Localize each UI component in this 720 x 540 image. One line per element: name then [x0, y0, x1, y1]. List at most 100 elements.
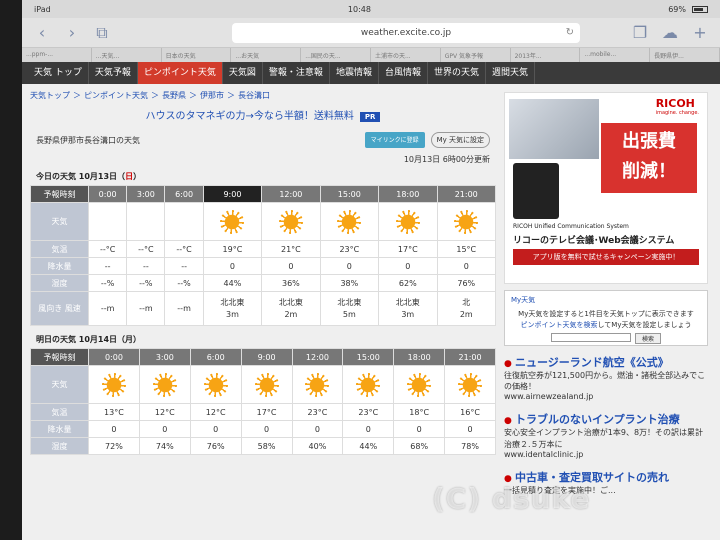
new-tab-icon[interactable]: +: [690, 23, 710, 43]
nav-item[interactable]: ピンポイント天気: [137, 62, 223, 84]
temperature-cell: 17°C: [378, 240, 438, 258]
breadcrumb-sep: ＞: [189, 91, 197, 100]
icloud-icon[interactable]: ☁: [660, 23, 680, 43]
breadcrumb-link[interactable]: 天気トップ: [30, 91, 70, 100]
temperature-cell: 23°C: [319, 240, 380, 258]
browser-tab[interactable]: 長野県伊...: [650, 48, 720, 62]
humidity-cell: 58%: [240, 437, 293, 455]
row-label: 予報時刻: [30, 185, 89, 203]
nav-item[interactable]: 天気予報: [89, 62, 138, 84]
time-header: 15:00: [342, 348, 395, 366]
rain-cell: --: [164, 257, 204, 275]
pinpoint-search-link[interactable]: ピンポイント天気を検索: [521, 321, 598, 329]
my-weather-title: My天気: [511, 296, 536, 304]
rain-cell: 0: [436, 257, 497, 275]
wind-cell: --m: [164, 291, 204, 326]
weather-cell: [342, 365, 395, 404]
clock: 10:48: [347, 4, 371, 14]
ad-body: 往復航空券が121,500円から。燃油・諸税全部込みでこの価格！: [504, 371, 706, 392]
sunny-icon: [354, 371, 382, 399]
time-header: 6:00: [189, 348, 242, 366]
wind-direction: 北北東: [337, 298, 362, 308]
temperature-cell: 18°C: [393, 403, 446, 421]
rain-cell: 0: [189, 420, 242, 438]
humidity-cell: 76%: [189, 437, 242, 455]
nav-item[interactable]: 地震情報: [330, 62, 379, 84]
browser-tab[interactable]: ...国民の天...: [301, 48, 371, 62]
mylink-button[interactable]: マイリンクに登録: [364, 132, 425, 148]
ricoh-logo: RICOH imagine. change.: [655, 97, 699, 116]
nav-item[interactable]: 週間天気: [486, 62, 535, 84]
temperature-cell: --°C: [164, 240, 204, 258]
nav-item[interactable]: 天気図: [223, 62, 263, 84]
my-weather-desc-2: してMy天気を設定しましょう: [597, 320, 692, 329]
meeting-photo: [509, 99, 599, 159]
humidity-cell: 68%: [393, 437, 446, 455]
rain-cell: 0: [202, 257, 263, 275]
my-weather-button[interactable]: My 天気に設定: [430, 132, 490, 148]
humidity-cell: 40%: [291, 437, 344, 455]
humidity-cell: 44%: [342, 437, 395, 455]
temperature-cell: 12°C: [189, 403, 242, 421]
location-title: 長野県伊那市長谷溝口の天気: [36, 135, 140, 145]
address-bar[interactable]: weather.excite.co.jp ↻: [232, 22, 580, 43]
time-header: 12:00: [261, 185, 321, 203]
nav-item[interactable]: 台風情報: [379, 62, 428, 84]
ad-title[interactable]: ニュージーランド航空《公式》: [504, 354, 708, 370]
rain-cell: 0: [261, 257, 321, 275]
sunny-icon: [452, 208, 480, 236]
main-content: 天気トップ＞ピンポイント天気＞長野県＞伊那市＞長谷溝口 ハウスのタマネギの力→今…: [30, 90, 497, 506]
ad-title[interactable]: トラブルのないインプラント治療: [504, 411, 708, 427]
ipad-screen: iPad 10:48 69% ‹ › ⧉ weather.excite.co.j…: [22, 0, 720, 540]
rain-cell: 0: [240, 420, 293, 438]
ricoh-cta[interactable]: アプリ版を無料で試せるキャンペーン実施中！: [513, 249, 699, 265]
breadcrumb-link[interactable]: 伊那市: [200, 91, 224, 100]
breadcrumb-link[interactable]: 長谷溝口: [238, 91, 270, 100]
reload-icon[interactable]: ↻: [566, 27, 574, 38]
text-ad-label[interactable]: ハウスのタマネギの力→今なら半額！送料無料: [146, 111, 354, 122]
my-weather-search-input[interactable]: [550, 333, 631, 342]
browser-tab[interactable]: 日本の天気: [162, 48, 232, 62]
breadcrumb-link[interactable]: ピンポイント天気: [84, 91, 148, 100]
browser-tab[interactable]: GPV 気象予報: [441, 48, 511, 62]
browser-tab[interactable]: ...mobile...: [580, 48, 651, 62]
weather-cell: [138, 365, 191, 404]
browser-tab[interactable]: 2013年...: [511, 48, 581, 62]
weather-cell: [87, 202, 128, 241]
row-label: 降水量: [30, 257, 89, 275]
browser-tab[interactable]: ...ppm-...: [22, 48, 92, 62]
ad-body: 安心安全インプラント治療が1本9、8万！その訳は累計治療２.５万本に: [504, 428, 704, 449]
nav-item[interactable]: 警報・注意報: [263, 62, 330, 84]
text-ad[interactable]: ハウスのタマネギの力→今なら半額！送料無料 PR: [30, 107, 496, 122]
ad-url[interactable]: www.identalclinic.jp: [504, 450, 708, 459]
sponsored-ad[interactable]: トラブルのないインプラント治療安心安全インプラント治療が1本9、8万！その訳は累…: [504, 411, 708, 458]
wind-cell: 北北東 3m: [202, 291, 263, 326]
tabs-icon[interactable]: ❐: [630, 23, 650, 43]
nav-item[interactable]: 天気 トップ: [28, 62, 89, 84]
temperature-cell: 15°C: [436, 240, 497, 258]
browser-tab[interactable]: ...天気...: [92, 48, 162, 62]
row-label: 風向き 風速: [30, 291, 89, 326]
breadcrumb-link[interactable]: 長野県: [162, 91, 186, 100]
forward-icon[interactable]: ›: [62, 23, 82, 43]
humidity-cell: 76%: [436, 274, 497, 292]
sponsored-ad[interactable]: ニュージーランド航空《公式》往復航空券が121,500円から。燃油・諸税全部込み…: [504, 354, 708, 401]
nav-item[interactable]: 世界の天気: [428, 62, 486, 84]
rain-cell: 0: [319, 257, 380, 275]
back-icon[interactable]: ‹: [32, 23, 52, 43]
wind-speed: --m: [100, 303, 115, 313]
ad-url[interactable]: www.airnewzealand.jp: [504, 392, 708, 401]
battery-icon: [691, 5, 708, 13]
bookmarks-icon[interactable]: ⧉: [92, 23, 112, 43]
time-header: 0:00: [88, 348, 140, 366]
ricoh-ad[interactable]: RICOH imagine. change. 出張費 削減！ RICOH Unifi…: [504, 92, 708, 284]
browser-tab[interactable]: 土浦市の天...: [371, 48, 441, 62]
humidity-cell: 36%: [261, 274, 321, 292]
humidity-cell: 78%: [444, 437, 496, 455]
sidebar: RICOH imagine. change. 出張費 削減！ RICOH Unifi…: [504, 90, 708, 506]
wind-speed: 3m: [225, 309, 239, 319]
my-weather-search-button[interactable]: 検索: [634, 333, 661, 344]
browser-tab[interactable]: ...お天気: [231, 48, 302, 62]
time-header: 12:00: [291, 348, 344, 366]
humidity-cell: --%: [87, 274, 128, 292]
